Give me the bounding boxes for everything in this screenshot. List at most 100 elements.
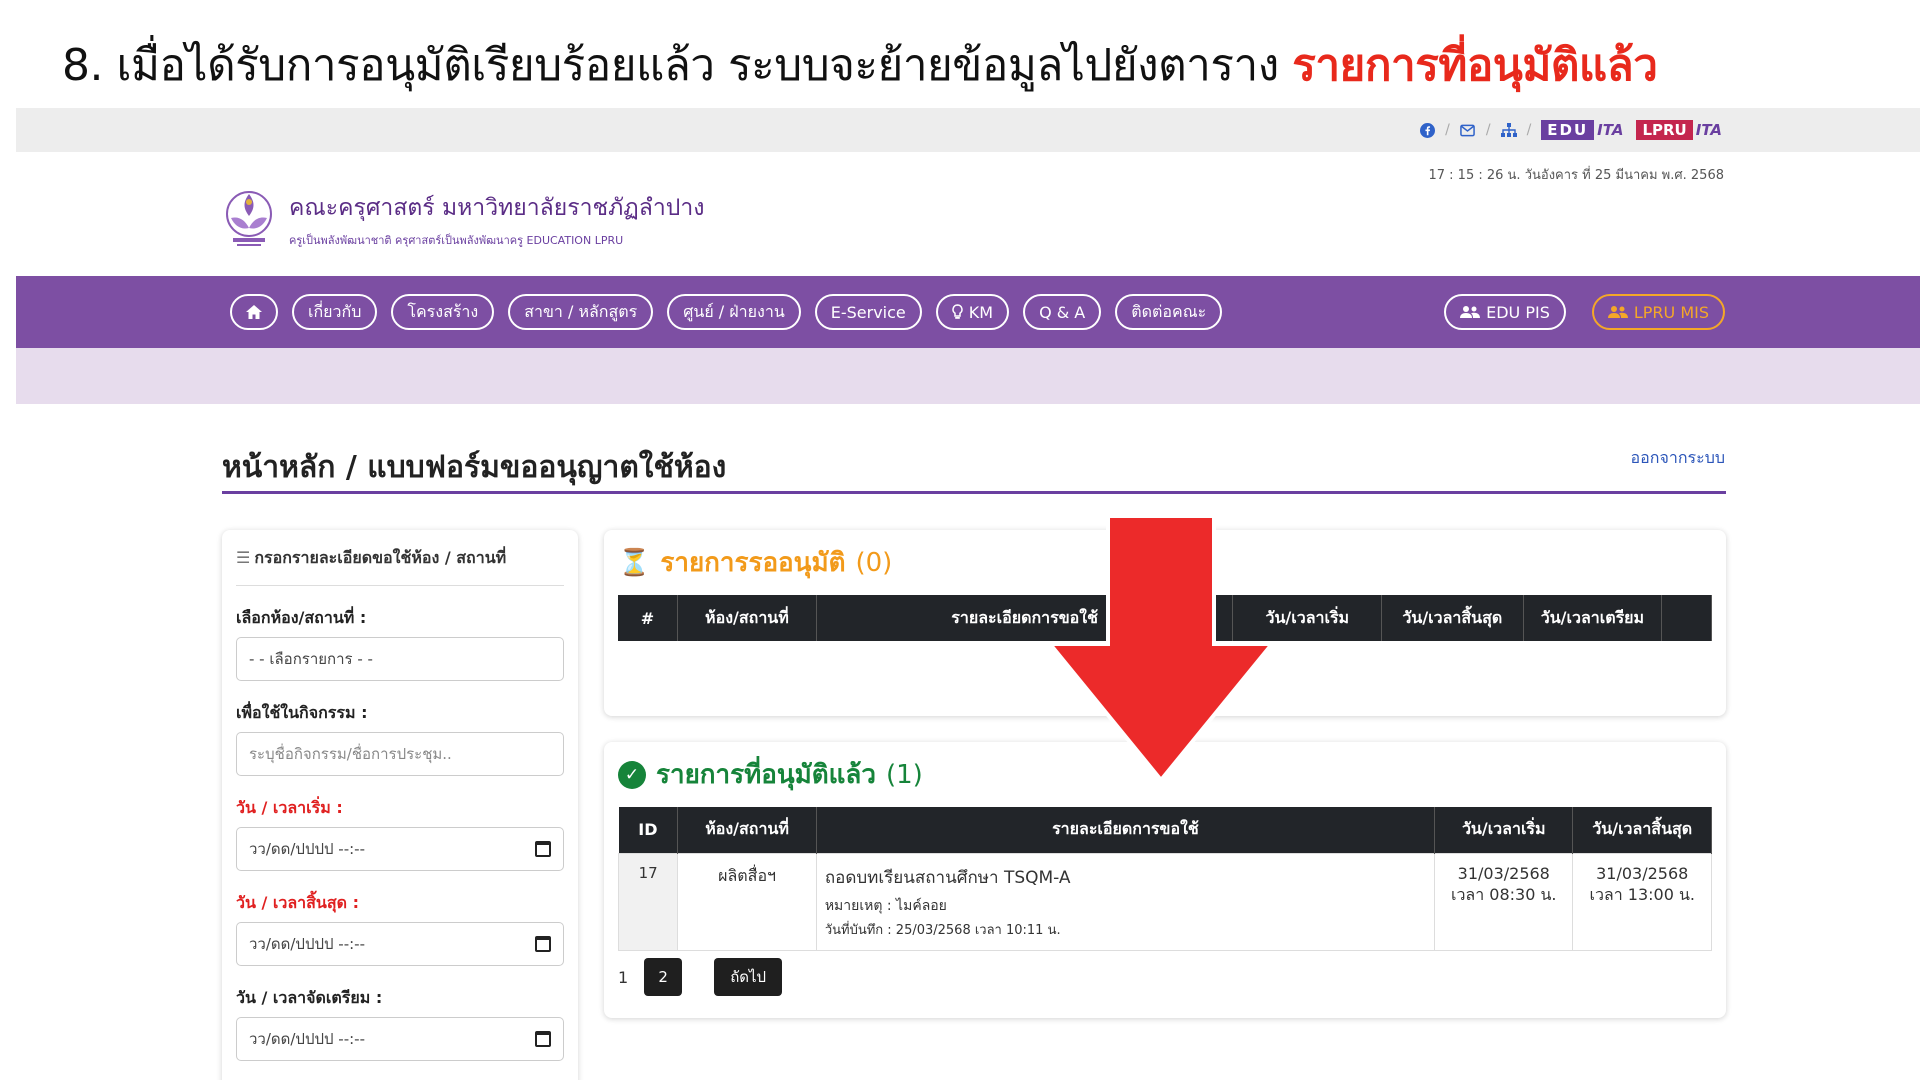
facebook-icon[interactable] [1419,122,1435,138]
faculty-emblem-icon [226,191,272,246]
clock-text: 17 : 15 : 26 น. [1428,168,1521,183]
start-datetime-placeholder: วว/ดด/ปปปป --:-- [249,840,365,858]
column-header: ID [618,807,679,853]
slide-step-text: 8. เมื่อได้รับการอนุมัติเรียบร้อยแล้ว ระ… [62,40,1279,91]
check-circle-icon: ✓ [618,760,646,789]
nav-right: EDU PIS LPRU MIS [1444,294,1725,330]
end-datetime-label: วัน / เวลาสิ้นสุด : [236,893,359,912]
room-select[interactable]: - - เลือกรายการ - - [236,637,564,681]
column-header: วัน/เวลาสิ้นสุด [1381,595,1524,641]
separator: / [1526,122,1532,138]
users-icon [1460,306,1481,318]
faculty-tagline: ครูเป็นพลังพัฒนาชาติ ครุศาสตร์เป็นพลังพั… [289,233,624,247]
row-start-date: 31/03/2568 [1457,863,1550,883]
lpru-ita-badge[interactable]: LPRU ITA [1636,120,1725,140]
nav-contact[interactable]: ติดต่อคณะ [1115,294,1223,330]
nav-programs[interactable]: สาขา / หลักสูตร [508,294,654,330]
calendar-icon[interactable] [535,936,551,952]
edu-ita-box: EDU [1541,120,1595,140]
next-page-button[interactable]: ถัดไป [714,958,783,996]
row-id: 17 [617,852,679,951]
top-icons: / / / EDU ITA LPRU ITA [1419,120,1725,140]
page-1-link[interactable]: 1 [618,968,628,987]
home-icon [246,305,262,319]
nav-km-label: KM [968,302,994,322]
row-note: หมายเหตุ : ไมค์ลอย [824,897,947,914]
edu-ita-badge[interactable]: EDU ITA [1541,120,1626,140]
sitemap-icon[interactable] [1500,122,1517,138]
column-header: ห้อง/สถานที่ [677,595,817,641]
row-end-time: เวลา 13:00 น. [1589,884,1696,904]
activity-label: เพื่อใช้ในกิจกรรม : [236,703,368,722]
browser-screenshot: / / / EDU ITA LPRU ITA 17 : 15 : 26 น. วัน… [16,108,1920,1080]
approved-count: (1) [885,759,923,790]
nav-home-button[interactable] [230,294,278,330]
lpru-mis-button[interactable]: LPRU MIS [1591,294,1725,330]
row-detail-title: ถอดบทเรียนสถานศึกษา TSQM-A [824,867,1071,888]
table-row[interactable]: 17 ผลิตสื่อฯ ถอดบทเรียนสถานศึกษา TSQM-A … [617,852,1712,951]
edu-pis-label: EDU PIS [1486,302,1550,322]
approved-table: ID ห้อง/สถานที่ รายละเอียดการขอใช้ วัน/เ… [617,807,1712,951]
calendar-icon[interactable] [535,841,551,857]
pending-title-text: รายการรออนุมัติ [660,548,846,578]
activity-placeholder: ระบุชื่อกิจกรรม/ชื่อการประชุม.. [249,745,452,763]
nav-about[interactable]: เกี่ยวกับ [292,294,378,330]
logout-link[interactable]: ออกจากระบบ [1631,446,1725,471]
form-heading-text: กรอกรายละเอียดขอใช้ห้อง / สถานที่ [254,548,507,567]
pending-count: (0) [855,547,893,578]
lightbulb-icon [952,304,963,319]
top-strip: / / / EDU ITA LPRU ITA [16,108,1920,152]
separator: / [1445,122,1450,138]
breadcrumb-divider [222,491,1726,494]
row-end: 31/03/2568 เวลา 13:00 น. [1572,852,1712,951]
lpru-mis-label: LPRU MIS [1633,302,1709,322]
row-room: ผลิตสื่อฯ [677,852,817,951]
page-2-button[interactable]: 2 [644,958,683,996]
separator: / [1485,122,1491,138]
breadcrumb: หน้าหลัก / แบบฟอร์มขออนุญาตใช้ห้อง [222,450,727,485]
row-end-date: 31/03/2568 [1596,863,1689,883]
start-datetime-label: วัน / เวลาเริ่ม : [236,798,343,817]
faculty-logo[interactable]: คณะครุศาสตร์ มหาวิทยาลัยราชภัฏลำปาง ครูเ… [219,184,704,254]
calendar-icon[interactable] [535,1031,551,1047]
menu-icon: ☰ [236,548,251,567]
lpru-ita-tail: ITA [1695,121,1722,139]
row-recorded: วันที่บันทึก : 25/03/2568 เวลา 10:11 น. [824,922,1061,938]
sub-banner [16,348,1920,404]
nav-eservice[interactable]: E-Service [814,294,922,330]
nav-structure[interactable]: โครงสร้าง [391,294,495,330]
down-arrow-annotation [1046,514,1276,784]
row-start-time: เวลา 08:30 น. [1450,884,1557,904]
room-label: เลือกห้อง/สถานที่ : [236,608,367,627]
slide-title: 8. เมื่อได้รับการอนุมัติเรียบร้อยแล้ว ระ… [62,30,1658,100]
activity-input[interactable]: ระบุชื่อกิจกรรม/ชื่อการประชุม.. [236,732,564,776]
date-text: วันอังคาร ที่ 25 มีนาคม พ.ศ. 2568 [1524,168,1724,183]
column-header: # [618,595,678,641]
column-header: ห้อง/สถานที่ [677,807,817,853]
end-datetime-placeholder: วว/ดด/ปปปป --:-- [249,935,365,953]
hourglass-icon: ⏳ [618,547,651,578]
request-form-card: ☰ กรอกรายละเอียดขอใช้ห้อง / สถานที่ เลือก… [222,530,578,1080]
edu-ita-tail: ITA [1597,121,1624,139]
edu-pis-button[interactable]: EDU PIS [1444,294,1566,330]
column-header: รายละเอียดการขอใช้ [816,807,1436,853]
nav-qa[interactable]: Q & A [1023,294,1102,330]
end-datetime-input[interactable]: วว/ดด/ปปปป --:-- [236,922,564,966]
nav-km[interactable]: KM [935,294,1010,330]
datetime-display: 17 : 15 : 26 น. วันอังคาร ที่ 25 มีนาคม … [1428,164,1724,185]
column-header: วัน/เวลาเริ่ม [1434,807,1574,853]
nav-items: เกี่ยวกับ โครงสร้าง สาขา / หลักสูตร ศูนย… [230,294,1223,330]
users-icon [1607,306,1628,318]
row-start: 31/03/2568 เวลา 08:30 น. [1434,852,1574,951]
column-header: วัน/เวลาสิ้นสุด [1572,807,1712,853]
approved-table-header: ID ห้อง/สถานที่ รายละเอียดการขอใช้ วัน/เ… [618,807,1712,853]
nav-centers[interactable]: ศูนย์ / ฝ่ายงาน [667,294,801,330]
pagination: 1 2 ถัดไป [618,958,783,996]
row-detail: ถอดบทเรียนสถานศึกษา TSQM-A หมายเหตุ : ไม… [815,852,1436,951]
prep-datetime-input[interactable]: วว/ดด/ปปปป --:-- [236,1017,564,1061]
mail-icon[interactable] [1460,122,1476,138]
faculty-name: คณะครุศาสตร์ มหาวิทยาลัยราชภัฏลำปาง [289,194,705,221]
start-datetime-input[interactable]: วว/ดด/ปปปป --:-- [236,827,564,871]
main-navbar: เกี่ยวกับ โครงสร้าง สาขา / หลักสูตร ศูนย… [16,276,1920,348]
form-heading: ☰ กรอกรายละเอียดขอใช้ห้อง / สถานที่ [236,546,564,586]
